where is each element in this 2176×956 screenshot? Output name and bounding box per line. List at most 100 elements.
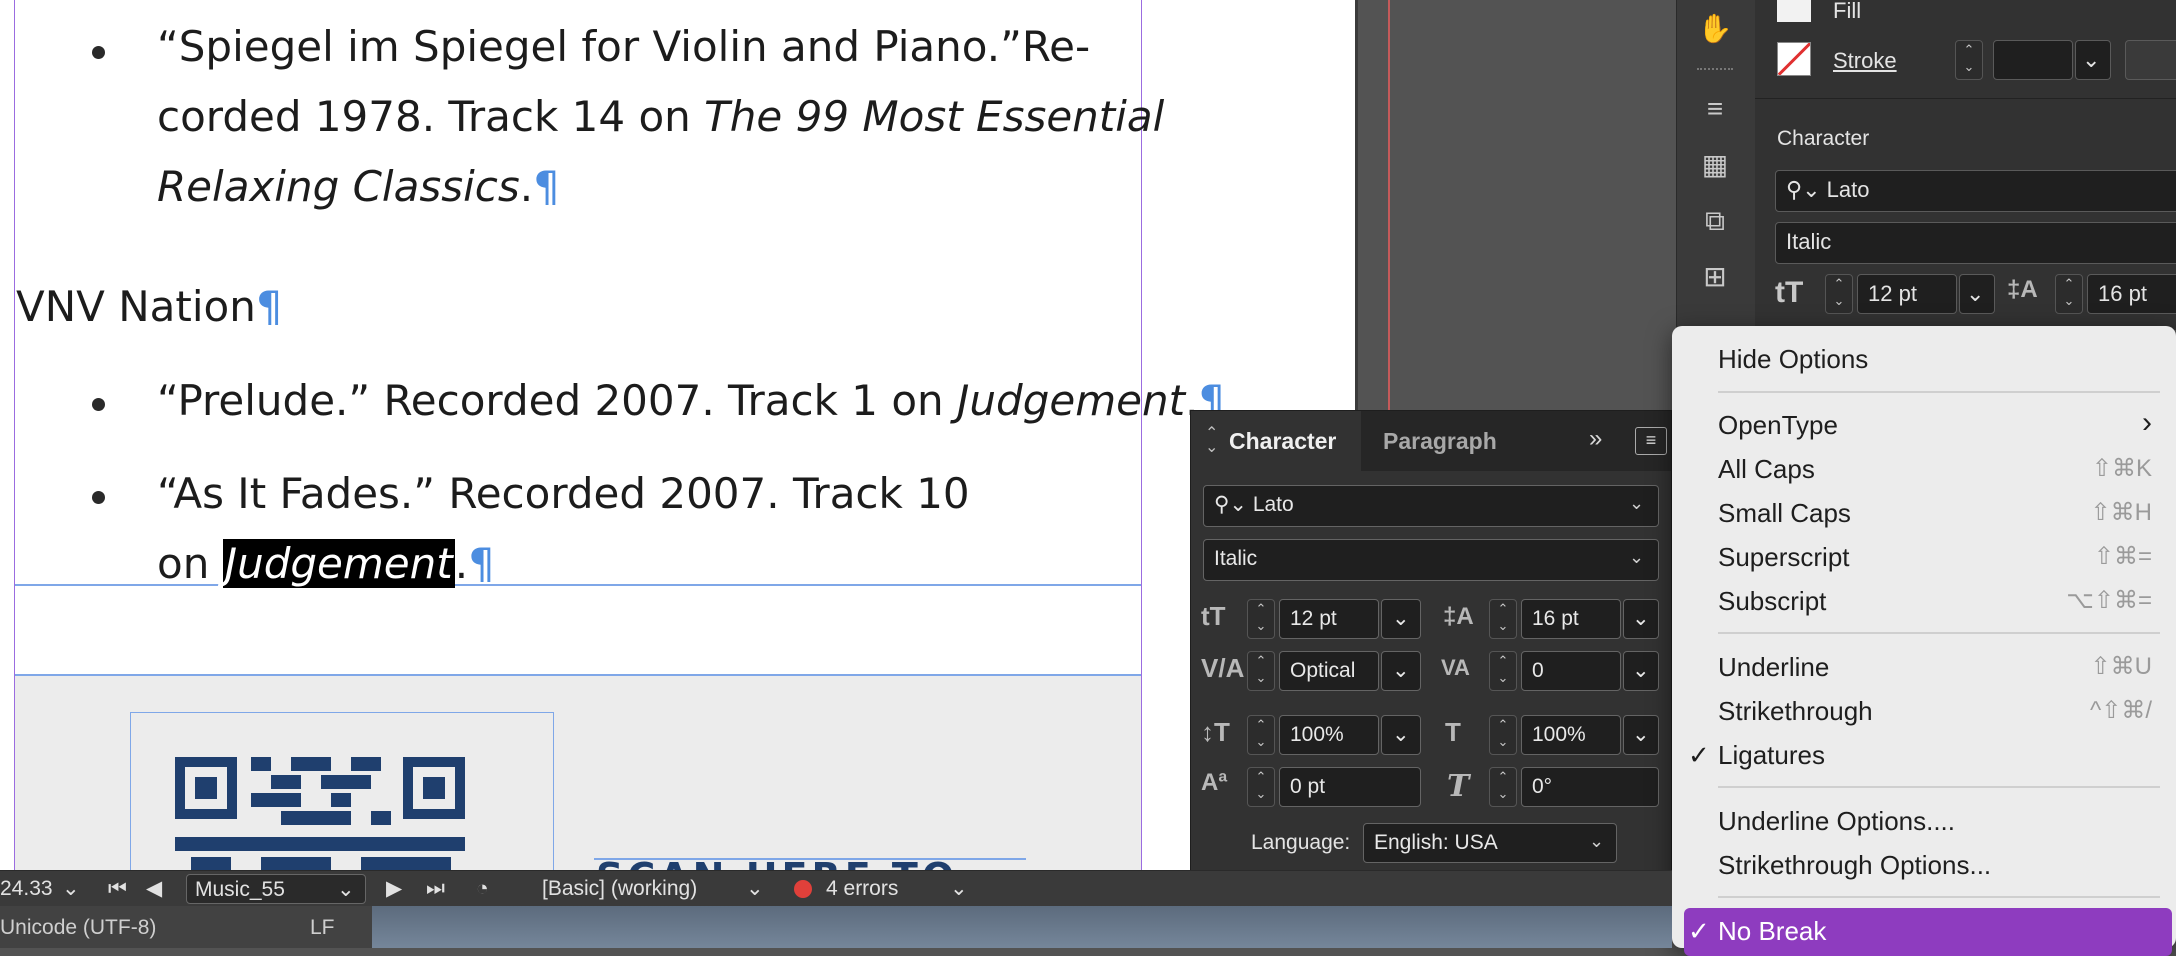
next-page-icon[interactable]: ▶: [386, 871, 402, 907]
qr-module: [281, 811, 351, 825]
preflight-icon[interactable]: ◔: [476, 871, 489, 907]
album-title: Relaxing Classics: [157, 162, 520, 211]
first-page-icon[interactable]: ⏮: [108, 871, 127, 907]
color-theme-icon[interactable]: ✋: [1697, 14, 1733, 44]
page-value: Music_55: [195, 878, 285, 901]
menu-item-ligatures[interactable]: Ligatures: [1718, 740, 1825, 771]
table-styles-icon[interactable]: ⊞: [1697, 262, 1733, 292]
tab-paragraph[interactable]: Paragraph: [1383, 411, 1563, 471]
font-size-stepper[interactable]: ⌃ ⌄: [1247, 599, 1275, 639]
preflight-profile[interactable]: [Basic] (working): [542, 871, 697, 907]
entry-line: Relaxing Classics.¶: [157, 162, 560, 211]
stroke-weight-stepper[interactable]: ⌃ ⌄: [1955, 40, 1983, 80]
leading-field[interactable]: 16 pt: [2087, 274, 2176, 314]
menu-item-small-caps[interactable]: Small Caps: [1718, 498, 1851, 529]
kerning-stepper[interactable]: ⌃ ⌄: [1247, 651, 1275, 691]
properties-panel: Fill Stroke ⌃ ⌄ ⌄ Character ⚲⌄ Lato Itali…: [1755, 0, 2176, 330]
menu-item-no-break[interactable]: ✓ No Break: [1684, 908, 2172, 956]
stroke-weight-field[interactable]: [1993, 40, 2073, 80]
encoding-label: Unicode (UTF-8): [0, 916, 157, 939]
font-size-field[interactable]: 12 pt: [1857, 274, 1957, 314]
entry-text: “As It Fades.” Recorded 2007. Track 10: [157, 469, 970, 518]
zoom-level[interactable]: 24.33: [0, 871, 53, 907]
document-page[interactable]: “Spiegel im Spiegel for Violin and Piano…: [0, 0, 1358, 870]
entry-line: “Prelude.” Recorded 2007. Track 1 on Jud…: [157, 376, 1225, 425]
selected-text[interactable]: Judgement: [222, 539, 455, 588]
paragraph-styles-icon[interactable]: ≡: [1697, 94, 1733, 124]
font-size-stepper[interactable]: ⌃ ⌄: [1825, 274, 1853, 314]
chevron-down-icon[interactable]: ⌄: [1629, 493, 1644, 514]
stroke-weight-dropdown[interactable]: ⌄: [2075, 40, 2111, 80]
menu-item-hide-options[interactable]: Hide Options: [1718, 344, 1868, 375]
leading-field[interactable]: 16 pt: [1521, 599, 1621, 639]
panel-menu-icon[interactable]: ≡: [1635, 427, 1667, 455]
vertical-scale-dropdown[interactable]: ⌄: [1381, 715, 1421, 755]
error-count[interactable]: 4 errors: [826, 871, 898, 907]
chevron-down-icon[interactable]: ⌄: [62, 871, 80, 907]
chevron-down-icon[interactable]: ⌄: [746, 871, 764, 907]
entry-line: corded 1978. Track 14 on The 99 Most Ess…: [157, 92, 1164, 141]
heading-text: VNV Nation: [16, 282, 256, 331]
font-size-dropdown[interactable]: ⌄: [1381, 599, 1421, 639]
font-family-field[interactable]: ⚲⌄ Lato: [1203, 485, 1659, 527]
menu-item-underline[interactable]: Underline: [1718, 652, 1829, 683]
chevron-down-icon[interactable]: ⌄: [950, 871, 968, 907]
baseline-shift-stepper[interactable]: ⌃ ⌄: [1247, 767, 1275, 807]
font-style-field[interactable]: Italic: [1775, 222, 2176, 264]
fill-swatch-icon[interactable]: [1777, 0, 1811, 22]
collapse-toggle-icon[interactable]: ⌃ ⌄: [1205, 426, 1218, 456]
font-family-field[interactable]: ⚲⌄ Lato: [1775, 170, 2176, 212]
bullet: [92, 491, 105, 504]
stroke-type-field[interactable]: [2125, 40, 2176, 80]
menu-separator: [1718, 786, 2160, 788]
page-field[interactable]: Music_55 ⌄: [186, 874, 366, 904]
horizontal-scale-field[interactable]: 100%: [1521, 715, 1621, 755]
font-size-field[interactable]: 12 pt: [1279, 599, 1379, 639]
qr-module: [271, 775, 301, 789]
leading-stepper[interactable]: ⌃ ⌄: [1489, 599, 1517, 639]
tracking-field[interactable]: 0: [1521, 651, 1621, 691]
skew-stepper[interactable]: ⌃ ⌄: [1489, 767, 1517, 807]
stroke-label[interactable]: Stroke: [1833, 48, 1897, 74]
leading-stepper[interactable]: ⌃ ⌄: [2055, 274, 2083, 314]
menu-item-underline-options[interactable]: Underline Options....: [1718, 806, 1955, 837]
kerning-dropdown[interactable]: ⌄: [1381, 651, 1421, 691]
menu-item-opentype[interactable]: OpenType: [1718, 410, 1838, 441]
chevron-down-icon[interactable]: ⌄: [1589, 831, 1604, 852]
tracking-dropdown[interactable]: ⌄: [1623, 651, 1659, 691]
menu-item-subscript[interactable]: Subscript: [1718, 586, 1826, 617]
baseline-shift-field[interactable]: 0 pt: [1279, 767, 1421, 807]
vertical-scale-field[interactable]: 100%: [1279, 715, 1379, 755]
cell-styles-icon[interactable]: ⧉: [1697, 206, 1733, 236]
chevron-down-icon: ⌄: [337, 878, 355, 901]
table-icon[interactable]: ▦: [1697, 150, 1733, 180]
expand-panel-icon[interactable]: »: [1589, 425, 1602, 453]
font-size-dropdown[interactable]: ⌄: [1959, 274, 1995, 314]
checkmark-icon: ✓: [1688, 916, 1710, 946]
pilcrow-mark: ¶: [468, 539, 495, 588]
menu-item-strikethrough-options[interactable]: Strikethrough Options...: [1718, 850, 1991, 881]
leading-dropdown[interactable]: ⌄: [1623, 599, 1659, 639]
vertical-scale-stepper[interactable]: ⌃ ⌄: [1247, 715, 1275, 755]
fill-label: Fill: [1833, 0, 1862, 23]
stroke-swatch-icon[interactable]: [1777, 42, 1811, 76]
entry-line: “Spiegel im Spiegel for Violin and Piano…: [157, 22, 1090, 71]
horizontal-scale-dropdown[interactable]: ⌄: [1623, 715, 1659, 755]
panel-icon-strip: ✋ ≡ ▦ ⧉ ⊞: [1676, 0, 1756, 330]
menu-item-strikethrough[interactable]: Strikethrough: [1718, 696, 1873, 727]
font-style-field[interactable]: Italic: [1203, 539, 1659, 581]
shortcut-text: ⇧⌘=: [2093, 543, 2152, 570]
menu-item-all-caps[interactable]: All Caps: [1718, 454, 1815, 485]
menu-item-superscript[interactable]: Superscript: [1718, 542, 1850, 573]
leading-icon: ‡A: [1443, 603, 1474, 630]
horizontal-scale-stepper[interactable]: ⌃ ⌄: [1489, 715, 1517, 755]
qr-code-frame[interactable]: [130, 712, 554, 870]
skew-field[interactable]: 0°: [1521, 767, 1659, 807]
previous-page-icon[interactable]: ◀: [146, 871, 162, 907]
kerning-field[interactable]: Optical: [1279, 651, 1379, 691]
checkmark-icon: ✓: [1688, 740, 1710, 770]
language-dropdown[interactable]: English: USA: [1363, 823, 1617, 863]
chevron-down-icon[interactable]: ⌄: [1629, 547, 1644, 568]
tracking-stepper[interactable]: ⌃ ⌄: [1489, 651, 1517, 691]
last-page-icon[interactable]: ⏭: [426, 871, 445, 907]
